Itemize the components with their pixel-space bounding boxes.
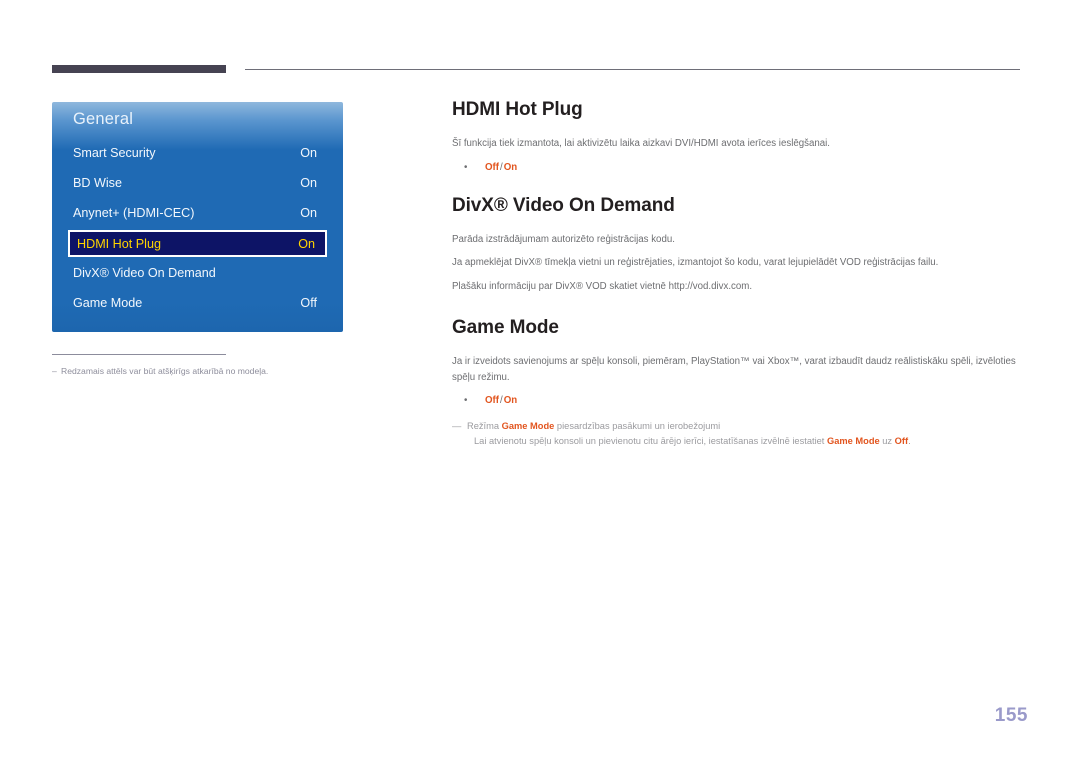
osd-row-anynet-hdmi-cec[interactable]: Anynet+ (HDMI-CEC) On (52, 206, 343, 230)
note-text-after: piesardzības pasākumi un ierobežojumi (554, 421, 721, 431)
section-paragraph: Parāda izstrādājumam autorizēto reģistrā… (452, 233, 675, 245)
note-dash: — (452, 421, 462, 431)
section-heading-hdmi-hot-plug: HDMI Hot Plug (452, 99, 583, 120)
osd-row-value: Off (300, 296, 317, 310)
osd-menu-title: General (73, 110, 134, 128)
content-column: HDMI Hot Plug Šī funkcija tiek izmantota… (452, 98, 1028, 449)
section-heading-divx-video-on-demand: DivX® Video On Demand (452, 194, 675, 216)
osd-row-label: Anynet+ (HDMI-CEC) (73, 206, 195, 220)
bullet-icon: • (464, 161, 468, 173)
header-rule (245, 69, 1020, 70)
option-off: Off (485, 395, 499, 406)
note-highlight-off: Off (894, 436, 909, 446)
section-paragraph: Šī funkcija tiek izmantota, lai aktivizē… (452, 138, 830, 149)
game-mode-note-detail: Lai atvienotu spēļu konsoli un pievienot… (452, 434, 1028, 449)
section-paragraph: Ja ir izveidots savienojums ar spēļu kon… (452, 356, 1016, 383)
osd-row-smart-security[interactable]: Smart Security On (52, 146, 343, 170)
osd-row-value: On (298, 237, 315, 251)
manual-page: General Smart Security On BD Wise On Any… (0, 0, 1080, 763)
figure-note-text: Redzamais attēls var būt atšķirīgs atkar… (61, 366, 269, 376)
option-off: Off (485, 161, 499, 173)
header-accent-bar (52, 65, 226, 73)
osd-row-label: Smart Security (73, 146, 156, 160)
figure-note: – Redzamais attēls var būt atšķirīgs atka… (52, 366, 268, 376)
page-number: 155 (994, 705, 1028, 726)
section-heading-game-mode: Game Mode (452, 317, 559, 338)
osd-row-label: DivX® Video On Demand (73, 266, 216, 280)
osd-row-game-mode[interactable]: Game Mode Off (52, 296, 343, 320)
game-mode-note-heading: — Režīma Game Mode piesardzības pasākumi … (452, 419, 1028, 434)
figure-note-dash: – (52, 366, 57, 376)
option-list-game-mode: • Off/On (452, 393, 1028, 409)
note-highlight-game-mode: Game Mode (501, 421, 555, 431)
osd-row-label: Game Mode (73, 296, 143, 310)
note-text-before: Režīma (467, 421, 502, 431)
option-list-hdmi-hot-plug: • Off/On (452, 160, 1028, 176)
osd-row-value: On (300, 146, 317, 160)
option-on: On (503, 395, 518, 406)
option-on: On (503, 161, 518, 173)
osd-row-value: On (300, 176, 317, 190)
note-text-before: Lai atvienotu spēļu konsoli un pievienot… (474, 436, 827, 446)
section-paragraph: Plašāku informāciju par DivX® VOD skatie… (452, 280, 753, 292)
osd-row-divx-video-on-demand[interactable]: DivX® Video On Demand (52, 266, 343, 290)
osd-row-value: On (300, 206, 317, 220)
figure-note-rule (52, 354, 226, 355)
bullet-icon: • (464, 395, 468, 406)
osd-row-label: BD Wise (73, 176, 122, 190)
section-paragraph: Ja apmeklējat DivX® tīmekļa vietni un re… (452, 257, 939, 268)
osd-row-hdmi-hot-plug-selected[interactable]: HDMI Hot Plug On (68, 230, 327, 257)
osd-menu-panel: General Smart Security On BD Wise On Any… (52, 102, 343, 332)
note-text-mid: uz (879, 436, 895, 446)
osd-row-label: HDMI Hot Plug (77, 237, 161, 251)
note-text-end: . (908, 436, 911, 446)
note-highlight-game-mode: Game Mode (826, 436, 880, 446)
osd-row-bd-wise[interactable]: BD Wise On (52, 176, 343, 200)
